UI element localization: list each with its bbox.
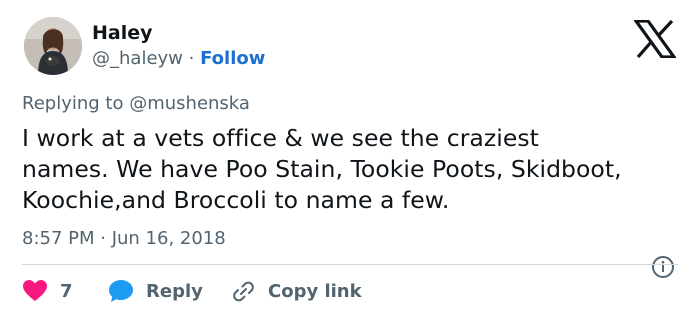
author-handle[interactable]: @_haleyw xyxy=(92,48,183,69)
like-button[interactable]: 7 xyxy=(22,276,73,306)
tweet-line: I work at a vets office & we see the cra… xyxy=(22,124,539,152)
author-name[interactable]: Haley xyxy=(92,22,153,44)
x-logo-icon[interactable] xyxy=(634,20,676,58)
tweet-line: Koochie,and Broccoli to name a few. xyxy=(22,186,450,214)
action-bar: 7 Reply Copy link xyxy=(22,276,682,306)
tweet-timestamp[interactable]: 8:57 PM · Jun 16, 2018 xyxy=(22,228,226,249)
heart-icon xyxy=(23,280,47,301)
avatar-photo xyxy=(24,17,82,75)
reply-button[interactable]: Reply xyxy=(108,276,203,306)
author-handle-row: @_haleyw · Follow xyxy=(92,48,265,69)
tweet-text: I work at a vets office & we see the cra… xyxy=(22,123,682,216)
reply-bubble-icon xyxy=(109,280,133,302)
divider xyxy=(22,264,678,265)
reply-label: Reply xyxy=(146,280,203,302)
reply-context-prefix: Replying to xyxy=(22,93,124,114)
tweet-line: names. We have Poo Stain, Tookie Poots, … xyxy=(22,155,622,183)
copy-link-label: Copy link xyxy=(268,280,362,302)
reply-context: Replying to @mushenska xyxy=(22,93,250,114)
link-icon xyxy=(233,281,254,302)
avatar[interactable] xyxy=(24,17,82,75)
reply-mention-link[interactable]: @mushenska xyxy=(129,93,250,114)
like-count: 7 xyxy=(60,280,73,302)
follow-button[interactable]: Follow xyxy=(200,48,265,69)
copy-link-button[interactable]: Copy link xyxy=(230,276,362,306)
separator-dot: · xyxy=(188,48,195,69)
